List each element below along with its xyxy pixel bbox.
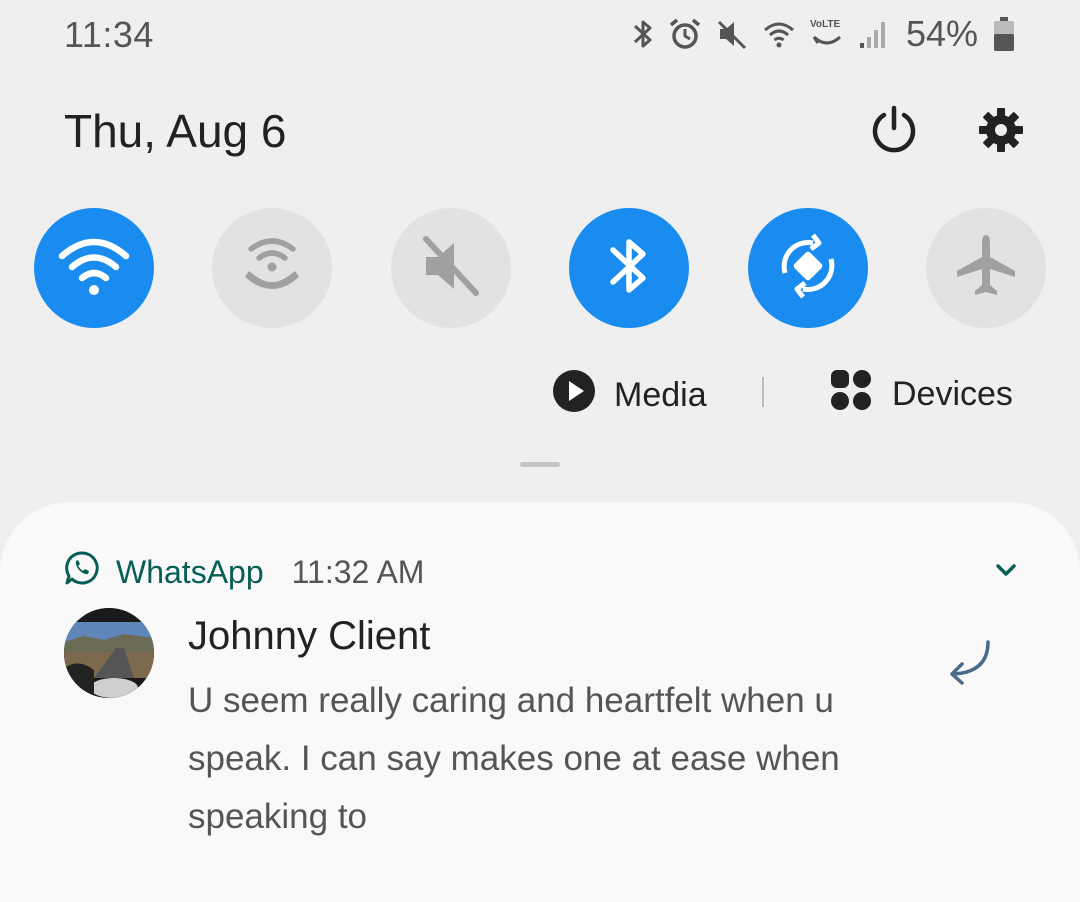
signal-icon [858, 19, 888, 49]
chevron-down-icon [994, 562, 1018, 583]
reply-arrow-icon [944, 636, 996, 693]
battery-icon [992, 16, 1016, 52]
tile-auto-rotate[interactable] [747, 208, 868, 328]
devices-button[interactable]: Devices [830, 369, 1013, 420]
wifi-calling-icon [237, 231, 307, 306]
power-button[interactable] [866, 104, 922, 160]
quick-settings-tiles [34, 208, 1046, 328]
tile-sound[interactable] [390, 208, 511, 328]
tile-bluetooth[interactable] [569, 208, 690, 328]
play-circle-icon [552, 369, 596, 422]
alarm-icon [668, 17, 702, 51]
app-name: WhatsApp [116, 553, 264, 590]
tile-wifi-calling[interactable] [212, 208, 333, 328]
settings-button[interactable] [973, 104, 1029, 160]
notification-header: WhatsApp 11:32 AM [64, 550, 424, 594]
reply-button[interactable] [942, 636, 998, 692]
status-bar: 11:34 VoLTE 54% [0, 0, 1080, 70]
message-text: U seem really caring and heartfelt when … [188, 681, 840, 836]
mute-icon [418, 233, 484, 304]
media-button[interactable]: Media [552, 369, 707, 422]
status-icons: VoLTE 54% [632, 12, 1016, 56]
volte-icon: VoLTE [810, 17, 844, 51]
power-icon [868, 104, 920, 161]
auto-rotate-icon [773, 231, 843, 306]
media-devices-bar: Media Devices [0, 365, 1080, 421]
expand-button[interactable] [988, 554, 1024, 590]
divider [762, 377, 764, 407]
bluetooth-icon [632, 17, 654, 51]
media-label: Media [614, 376, 707, 414]
devices-label: Devices [892, 375, 1013, 413]
wifi-icon [56, 234, 132, 303]
avatar [64, 608, 154, 698]
bluetooth-icon [607, 232, 651, 305]
tile-airplane-mode[interactable] [925, 208, 1046, 328]
settings-gear-icon [977, 106, 1025, 159]
tile-wifi[interactable] [34, 208, 154, 328]
airplane-icon [951, 231, 1021, 306]
date-label: Thu, Aug 6 [64, 105, 287, 157]
notification-card[interactable]: WhatsApp 11:32 AM Johnny Client U seem r… [0, 502, 1080, 902]
mute-icon [716, 17, 748, 51]
devices-grid-icon [830, 369, 872, 420]
wifi-icon [762, 19, 796, 49]
panel-drag-handle[interactable] [520, 462, 560, 467]
whatsapp-icon [64, 550, 100, 594]
notification-time: 11:32 AM [291, 553, 425, 590]
sender-name: Johnny Client [188, 614, 431, 658]
status-time: 11:34 [64, 14, 154, 55]
battery-percent: 54% [905, 13, 978, 54]
